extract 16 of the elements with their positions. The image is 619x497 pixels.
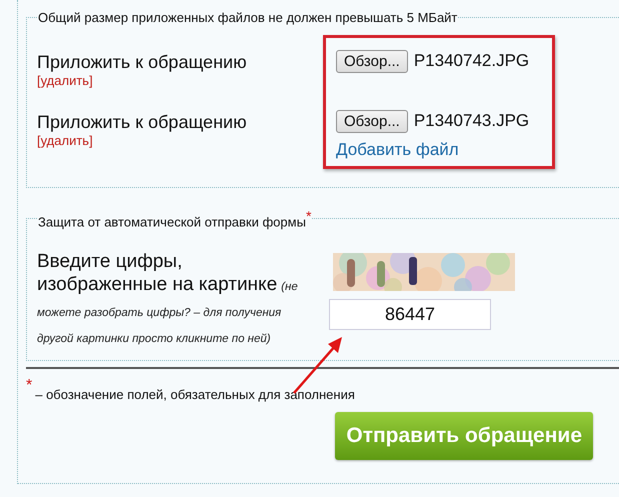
remove-link[interactable]: [удалить] <box>37 73 323 88</box>
fieldset-legend: Защита от автоматической отправки формы <box>38 214 306 230</box>
remove-link[interactable]: [удалить] <box>37 133 323 148</box>
fieldset-legend: Общий размер приложенных файлов не должен превышать 5 МБайт <box>37 10 458 25</box>
footnote-text: – обозначение полей, обязательных для заполнения <box>35 387 355 402</box>
captcha-label: Введите цифры, изображенные на картинке (не можете разобрать цифры? – для получения другой картинки просто кликните по ней) <box>37 250 299 348</box>
browse-button[interactable]: Обзор... <box>336 110 408 132</box>
required-mark: * <box>306 208 312 224</box>
file-name: P1340743.JPG <box>414 111 530 131</box>
file-name: P1340742.JPG <box>414 51 530 71</box>
captcha-input[interactable]: 86447 <box>329 299 491 330</box>
required-mark: * <box>26 377 32 396</box>
attach-label: Приложить к обращению <box>37 51 248 73</box>
add-file-link[interactable]: Добавить файл <box>336 140 459 159</box>
browse-button[interactable]: Обзор... <box>336 50 408 72</box>
attach-label: Приложить к обращению <box>37 111 248 133</box>
